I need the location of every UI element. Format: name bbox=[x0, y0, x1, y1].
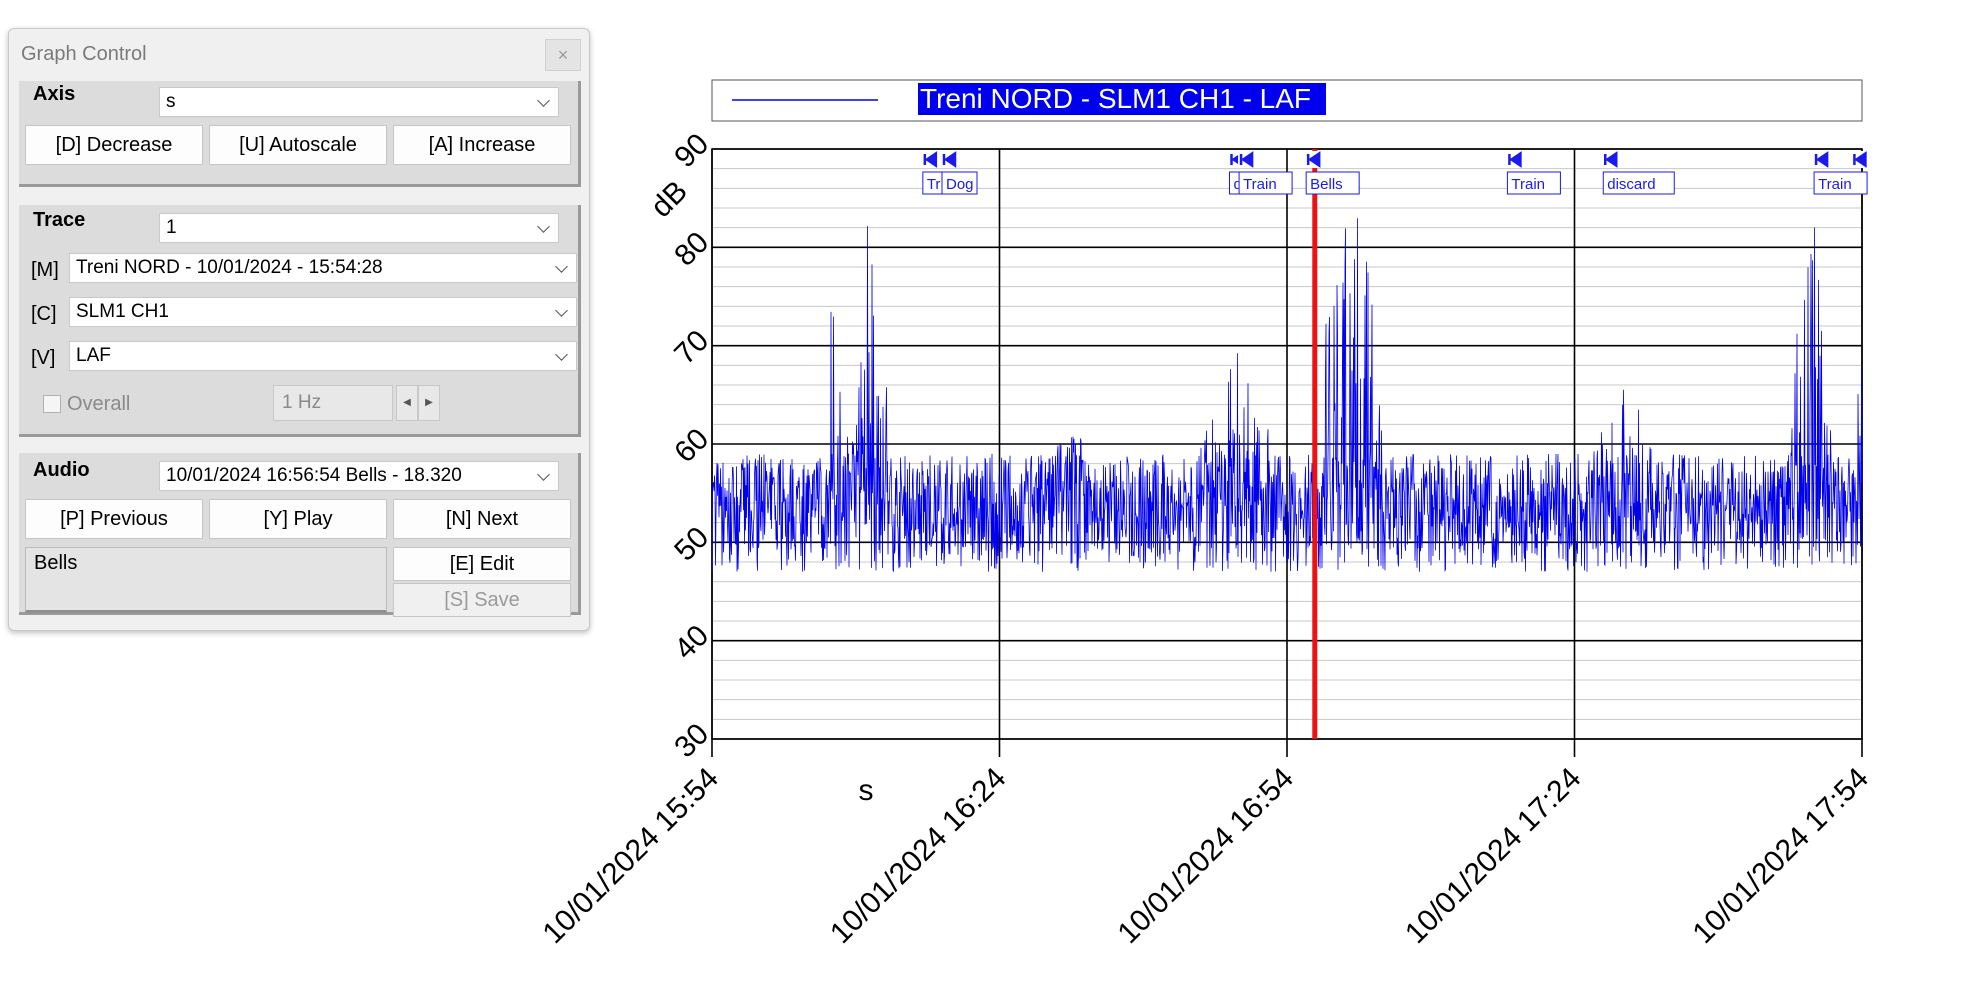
event-marker bbox=[1851, 151, 1872, 168]
y-tick-label: 70 bbox=[668, 324, 715, 371]
marker-label: Train bbox=[1818, 176, 1852, 193]
y-tick-label: 40 bbox=[668, 619, 715, 666]
x-tick-label: 10/01/2024 17:24 bbox=[1399, 762, 1587, 950]
x-tick-label: 10/01/2024 16:54 bbox=[1111, 762, 1299, 950]
chart-grid bbox=[711, 148, 1863, 757]
y-tick-label: 50 bbox=[668, 521, 715, 568]
marker-label: Bells bbox=[1310, 176, 1343, 193]
x-tick-label: 10/01/2024 17:54 bbox=[1686, 762, 1874, 950]
x-tick-label: 10/01/2024 15:54 bbox=[536, 762, 724, 950]
marker-label: Train bbox=[1511, 176, 1545, 193]
y-tick-label: 90 bbox=[668, 127, 715, 174]
marker-label: Train bbox=[1243, 176, 1277, 193]
y-tick-label: 30 bbox=[668, 717, 715, 764]
y-tick-label: 80 bbox=[668, 226, 715, 273]
legend: Treni NORD - SLM1 CH1 - LAF bbox=[711, 79, 1863, 122]
marker-label: discard bbox=[1607, 176, 1655, 193]
y-unit-label: dB bbox=[645, 175, 694, 224]
legend-label: Treni NORD - SLM1 CH1 - LAF bbox=[920, 83, 1311, 114]
y-tick-label: 60 bbox=[668, 422, 715, 469]
marker-label: Tr bbox=[927, 176, 941, 193]
marker-label: Dog bbox=[946, 176, 974, 193]
level-chart[interactable]: Treni NORD - SLM1 CH1 - LAF Tr Dog d Train B… bbox=[0, 0, 1965, 988]
x-unit-label: s bbox=[859, 774, 874, 807]
x-tick-label: 10/01/2024 16:24 bbox=[824, 762, 1012, 950]
